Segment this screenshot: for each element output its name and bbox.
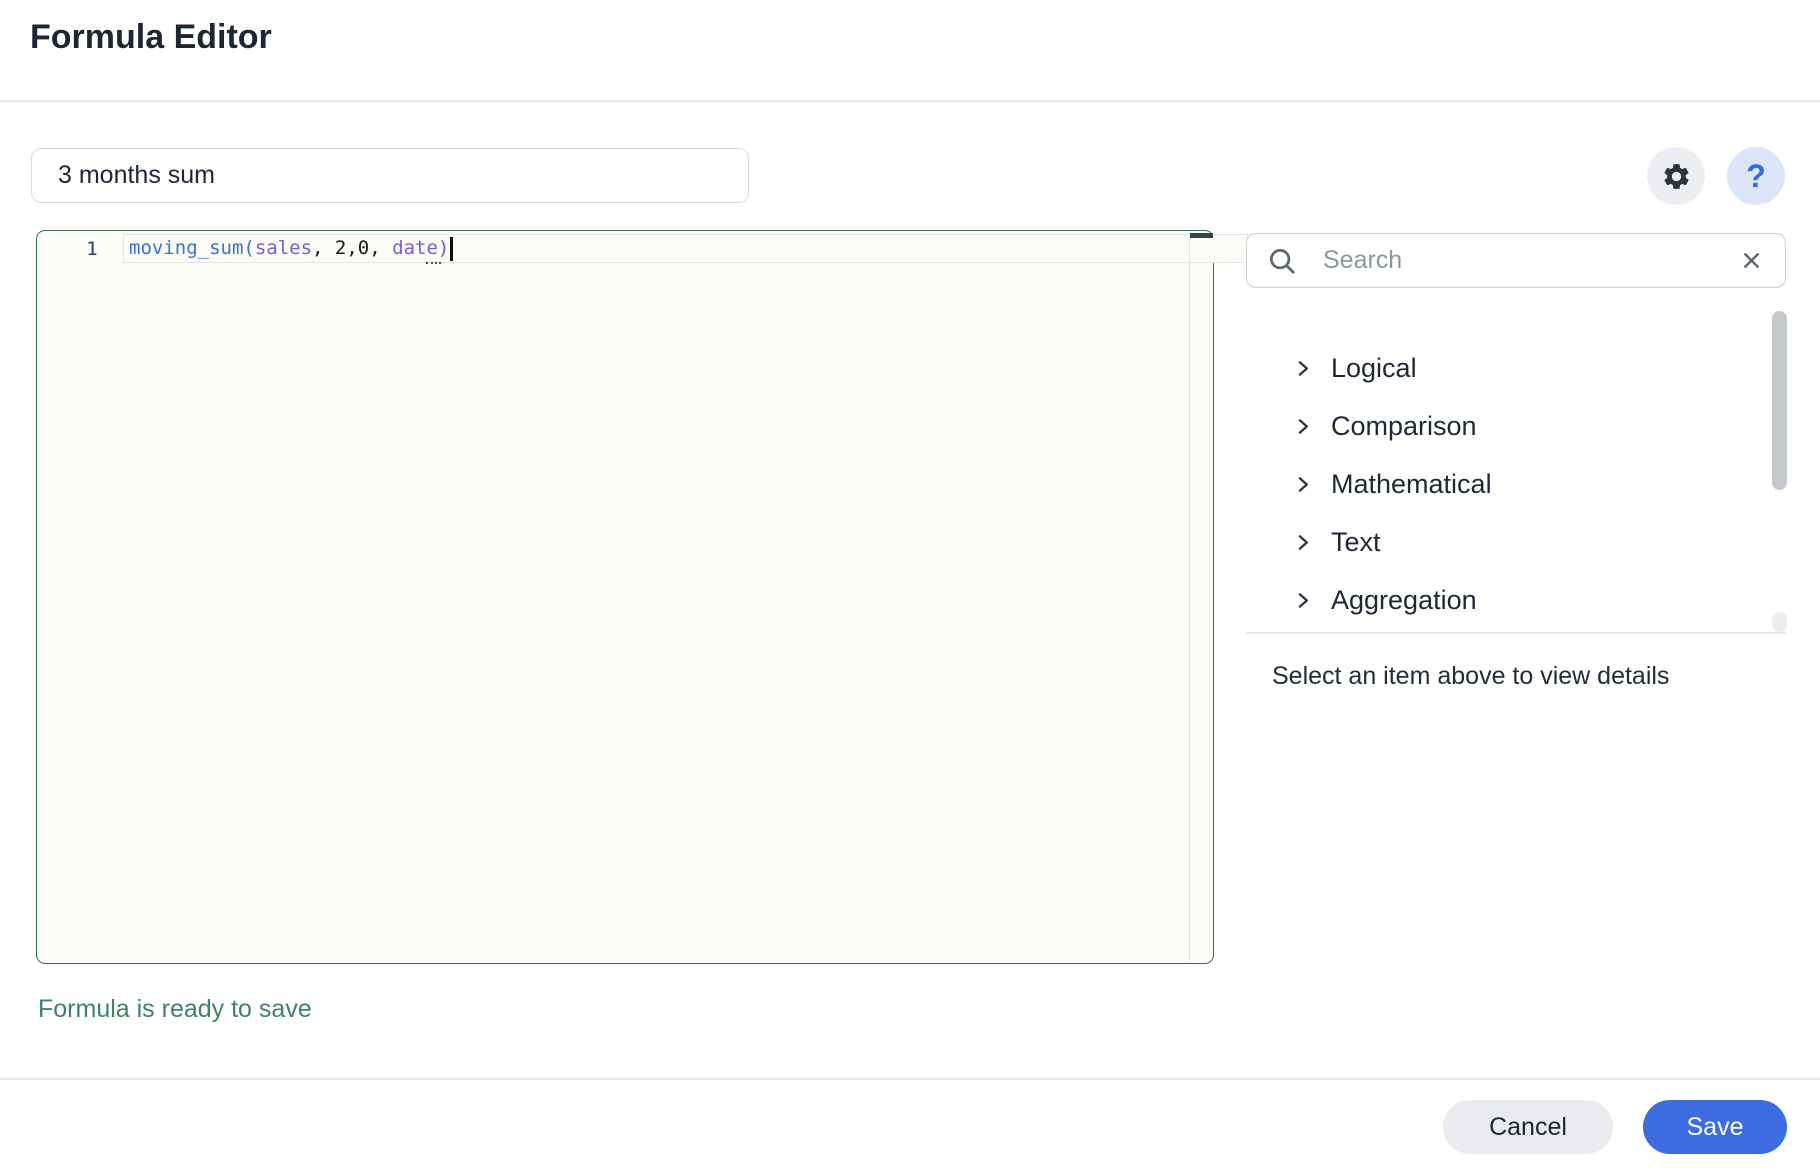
panel-scrollbar[interactable] (1772, 311, 1787, 490)
chevron-right-icon (1292, 590, 1313, 611)
gear-icon (1661, 161, 1692, 192)
function-search-input[interactable] (1321, 245, 1737, 276)
function-category-list: Logical Comparison Mathematical Text Agg… (1246, 339, 1766, 629)
line-number: 1 (86, 238, 98, 260)
details-hint: Select an item above to view details (1272, 662, 1670, 690)
category-item-comparison[interactable]: Comparison (1246, 397, 1766, 455)
category-label: Text (1331, 526, 1381, 557)
text-cursor (450, 236, 453, 261)
function-search (1246, 233, 1786, 288)
chevron-right-icon (1292, 532, 1313, 553)
chevron-right-icon (1292, 474, 1313, 495)
panel-scrollbar-track (1772, 612, 1787, 632)
save-button[interactable]: Save (1643, 1100, 1787, 1154)
code-token-function: moving_sum( (129, 237, 255, 259)
category-label: Comparison (1331, 410, 1477, 441)
formula-name-input[interactable] (31, 148, 749, 203)
panel-divider (1246, 632, 1786, 634)
formula-editor-page: { "header": { "title": "Formula Editor" … (0, 0, 1820, 1172)
formula-code-editor[interactable]: 1 moving_sum(sales, 2,0, date) (36, 230, 1248, 964)
category-label: Aggregation (1331, 584, 1477, 615)
category-item-aggregation[interactable]: Aggregation (1246, 571, 1766, 629)
bracket-match-marks (426, 262, 441, 264)
category-item-logical[interactable]: Logical (1246, 339, 1766, 397)
category-label: Logical (1331, 352, 1417, 383)
code-token-column: sales (254, 237, 313, 259)
category-label: Mathematical (1331, 468, 1492, 499)
cancel-button[interactable]: Cancel (1443, 1100, 1613, 1154)
clear-search-button[interactable] (1737, 247, 1765, 275)
overview-ruler-cursor-mark (1190, 233, 1213, 238)
code-token-column: date (392, 237, 438, 259)
header-divider (0, 100, 1820, 102)
close-icon (1739, 248, 1764, 273)
footer-divider (0, 1078, 1820, 1080)
search-icon (1267, 246, 1297, 276)
question-mark-icon: ? (1746, 157, 1766, 194)
chevron-right-icon (1292, 358, 1313, 379)
code-token-bracket: ) (437, 237, 450, 259)
overview-ruler (1189, 231, 1190, 962)
code-token-arguments: , 2,0, (312, 237, 393, 259)
formula-code-line: moving_sum(sales, 2,0, date) (129, 234, 453, 263)
category-item-mathematical[interactable]: Mathematical (1246, 455, 1766, 513)
formula-status-message: Formula is ready to save (38, 995, 312, 1023)
category-item-text[interactable]: Text (1246, 513, 1766, 571)
chevron-right-icon (1292, 416, 1313, 437)
help-button[interactable]: ? (1727, 147, 1785, 205)
page-title: Formula Editor (30, 18, 272, 56)
settings-button[interactable] (1647, 147, 1705, 205)
